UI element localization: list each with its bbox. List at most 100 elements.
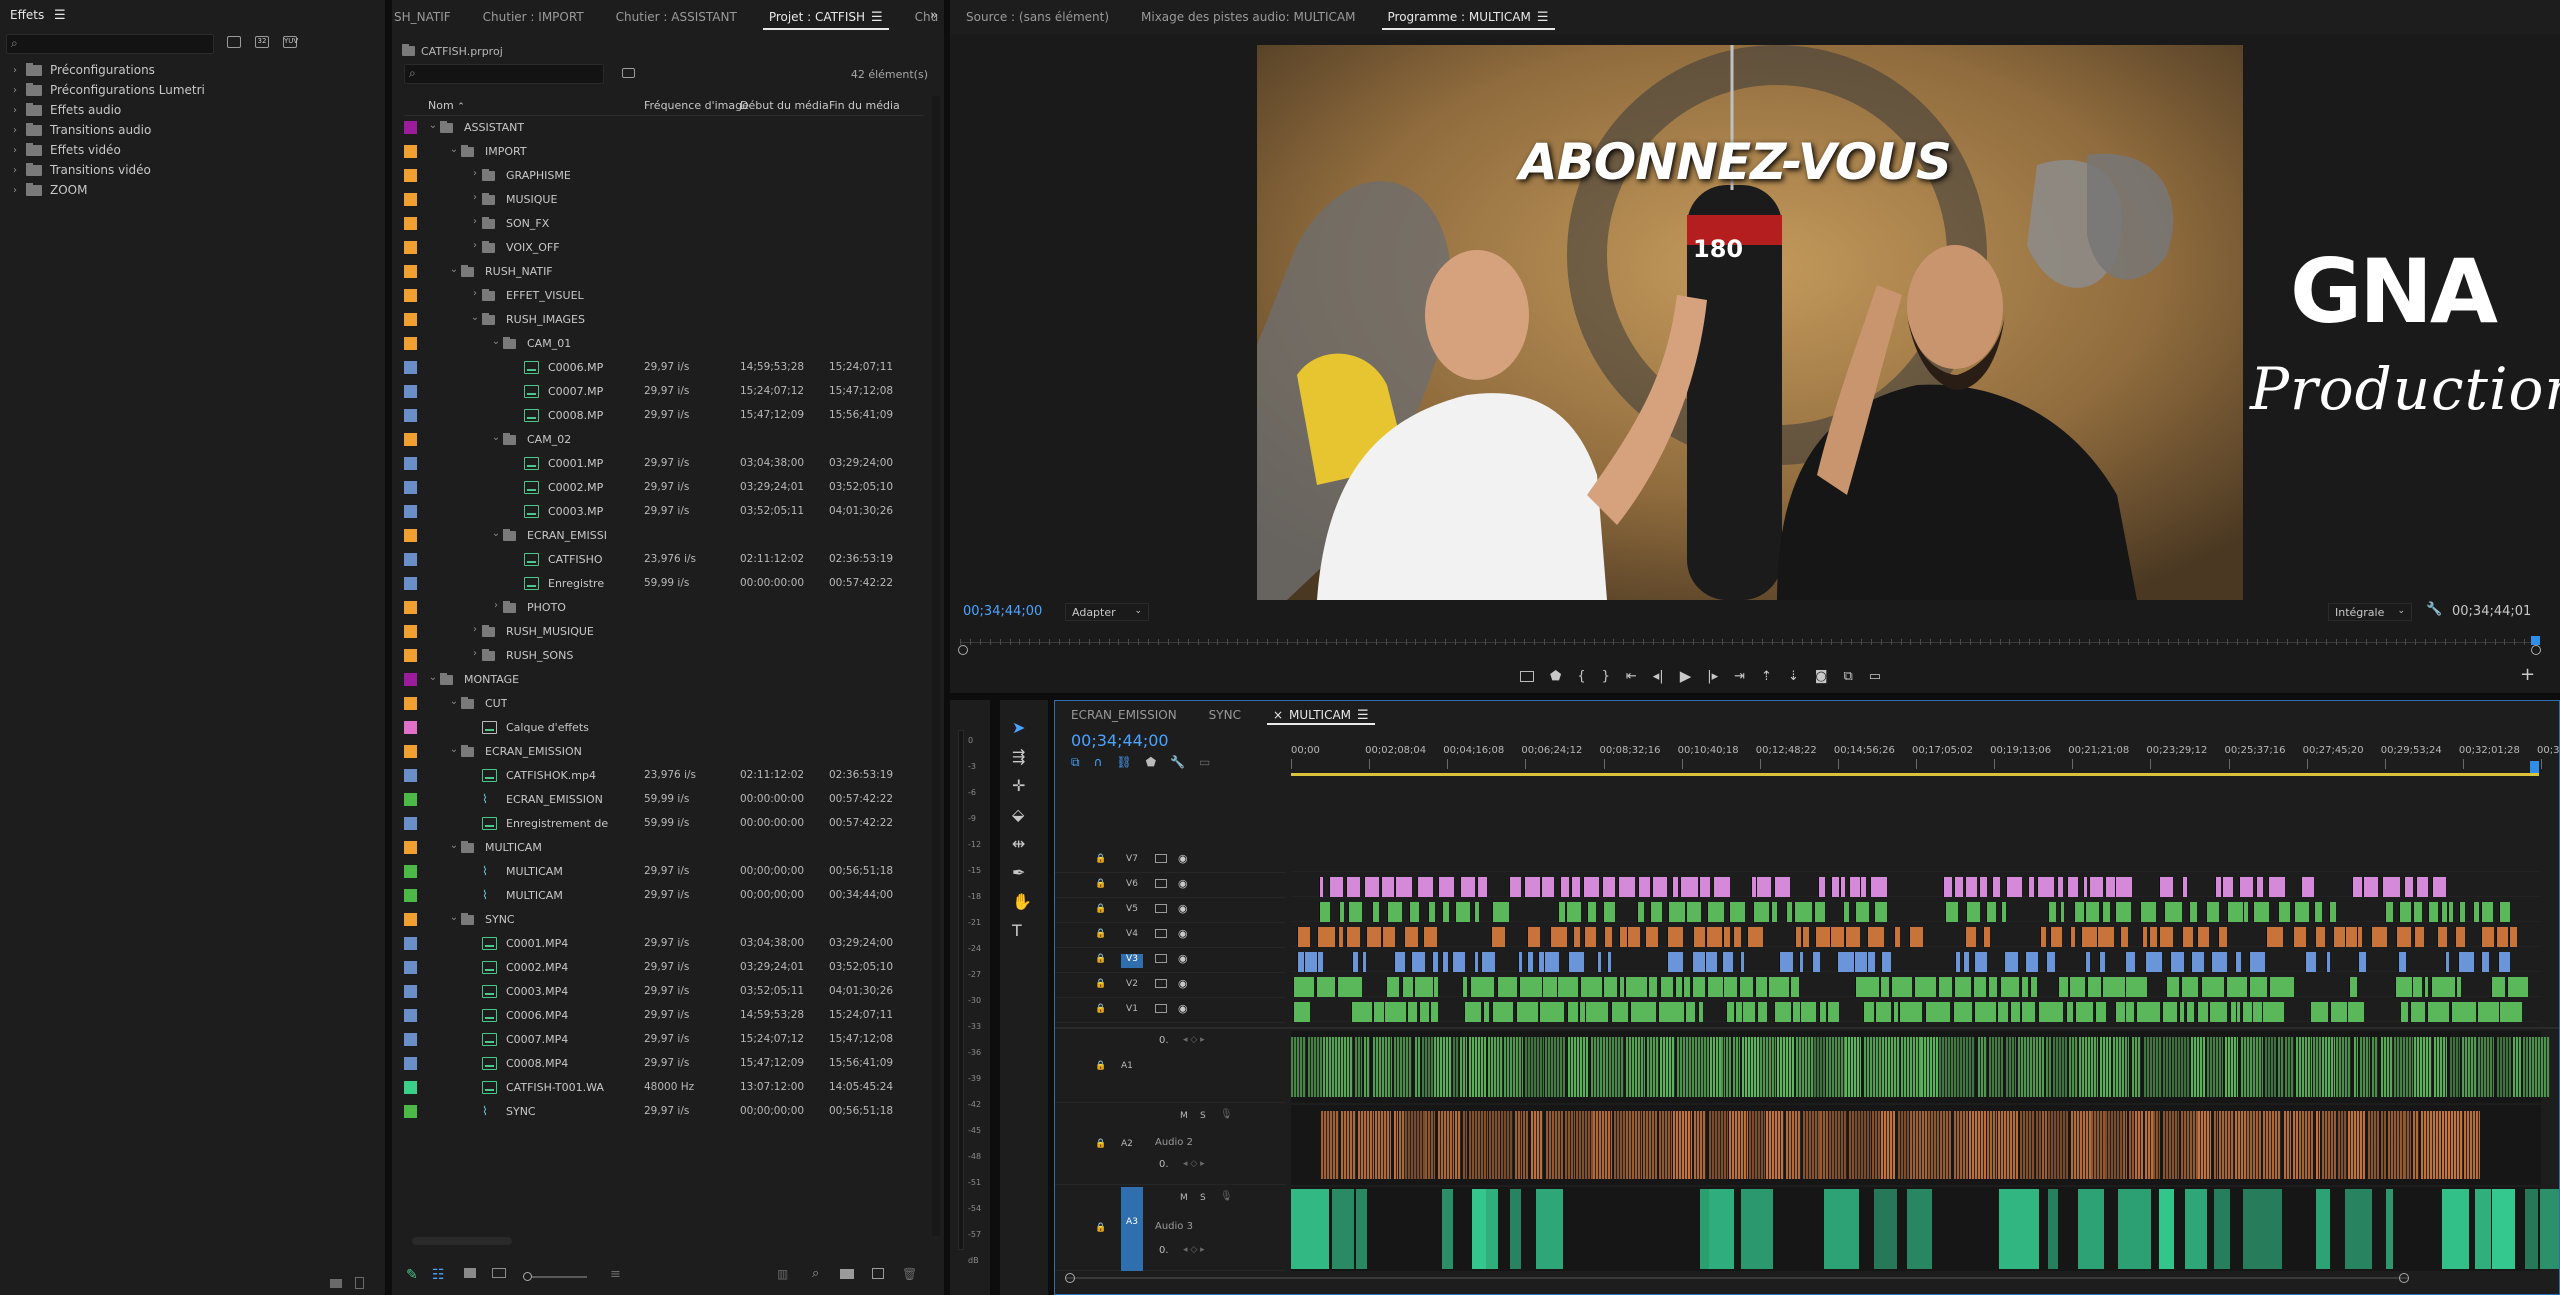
- clip[interactable]: [1849, 877, 1861, 897]
- program-video-frame[interactable]: ABONNEZ-VOUS 180: [1257, 45, 2243, 600]
- clip[interactable]: [1789, 977, 1800, 997]
- project-item-row[interactable]: C0008.MP 29,97 i/s 15;47;12;09 15;56;41;09: [404, 404, 924, 428]
- clip[interactable]: [2004, 952, 2019, 972]
- lock-icon[interactable]: 🔒: [1095, 1061, 1106, 1071]
- clip[interactable]: [2058, 977, 2069, 997]
- chevron-right-icon[interactable]: ›: [10, 105, 20, 116]
- clip[interactable]: [1893, 1002, 1899, 1022]
- clip[interactable]: [2332, 927, 2346, 947]
- keyframe-nav-icon[interactable]: ◂ ◇ ▸: [1183, 1245, 1205, 1255]
- project-item-row[interactable]: CATFISH-T001.WA 48000 Hz 13:07:12:00 14:05:…: [404, 1076, 924, 1100]
- clip[interactable]: [2124, 1002, 2134, 1022]
- clip[interactable]: [1801, 927, 1810, 947]
- clip[interactable]: [2477, 1002, 2499, 1022]
- audio-clip[interactable]: [1357, 1111, 1375, 1179]
- clip[interactable]: [2358, 952, 2366, 972]
- clip[interactable]: [1416, 877, 1434, 897]
- clip[interactable]: [1645, 927, 1659, 947]
- clip[interactable]: [1549, 927, 1567, 947]
- clip[interactable]: [2186, 1002, 2195, 1022]
- audio-clip[interactable]: [2524, 1189, 2538, 1269]
- clip[interactable]: [1469, 977, 1495, 997]
- pen-tool-icon[interactable]: ✒: [1012, 863, 1032, 882]
- clip[interactable]: [2414, 927, 2425, 947]
- clip[interactable]: [1683, 977, 1690, 997]
- clip[interactable]: [2070, 927, 2075, 947]
- add-marker-icon[interactable]: ⬟: [1146, 755, 1156, 770]
- clip[interactable]: [1603, 977, 1618, 997]
- project-item-row[interactable]: CATFISHOK.mp4 23,976 i/s 02:11:12:02 02:36:…: [404, 764, 924, 788]
- audio-clip[interactable]: [2371, 1037, 2378, 1097]
- program-scrubbar[interactable]: [960, 636, 2540, 650]
- clip[interactable]: [1652, 877, 1668, 897]
- clip[interactable]: [1371, 902, 1380, 922]
- clip[interactable]: [2292, 927, 2306, 947]
- panel-menu-icon[interactable]: ☰: [871, 10, 883, 25]
- clip[interactable]: [1317, 927, 1335, 947]
- audio-clip[interactable]: [1405, 1111, 1425, 1179]
- audio-clip[interactable]: [2042, 1111, 2047, 1179]
- audio-clip[interactable]: [1504, 1037, 1523, 1097]
- audio-clip[interactable]: [2213, 1189, 2230, 1269]
- clip[interactable]: [2253, 902, 2270, 922]
- clip[interactable]: [1798, 952, 1804, 972]
- clip[interactable]: [2404, 877, 2414, 897]
- clip[interactable]: [1839, 877, 1845, 897]
- audio-clip[interactable]: [1977, 1037, 1987, 1097]
- effects-folder-item[interactable]: › Transitions audio: [10, 120, 151, 140]
- audio-clip[interactable]: [2078, 1037, 2099, 1097]
- audio-clip[interactable]: [2434, 1037, 2447, 1097]
- clip[interactable]: [1924, 1002, 1950, 1022]
- clip[interactable]: [2050, 927, 2062, 947]
- clip[interactable]: [1515, 1002, 1538, 1022]
- clip[interactable]: [1401, 977, 1413, 997]
- audio-clip[interactable]: [1441, 1189, 1453, 1269]
- clip[interactable]: [2208, 1002, 2227, 1022]
- clip[interactable]: [1771, 902, 1777, 922]
- lock-icon[interactable]: 🔒: [1095, 1004, 1106, 1014]
- clip[interactable]: [2215, 877, 2221, 897]
- lock-icon[interactable]: 🔒: [1095, 904, 1106, 914]
- project-item-row[interactable]: C0002.MP 29,97 i/s 03;29;24;01 03;52;05;10: [404, 476, 924, 500]
- clip[interactable]: [1491, 927, 1505, 947]
- audio-clip[interactable]: [2091, 1111, 2105, 1179]
- chevron-down-icon[interactable]: ⌄: [449, 840, 459, 851]
- audio-clip[interactable]: [1829, 1111, 1848, 1179]
- tab-programme[interactable]: Programme : MULTICAM ☰: [1372, 0, 1565, 34]
- audio-clip[interactable]: [1660, 1037, 1676, 1097]
- clip[interactable]: [1705, 952, 1717, 972]
- clip[interactable]: [2266, 927, 2284, 947]
- track-id-label[interactable]: V1: [1121, 1004, 1143, 1018]
- clip[interactable]: [2455, 927, 2466, 947]
- audio-clip[interactable]: [2252, 1037, 2264, 1097]
- clip[interactable]: [1667, 952, 1683, 972]
- sync-lock-icon[interactable]: [1155, 1004, 1167, 1013]
- clip[interactable]: [2069, 977, 2085, 997]
- clip[interactable]: [1811, 952, 1821, 972]
- clip[interactable]: [1572, 927, 1580, 947]
- clip[interactable]: [1414, 977, 1433, 997]
- audio-clip[interactable]: [1414, 1037, 1420, 1097]
- clip[interactable]: [1893, 927, 1900, 947]
- clip[interactable]: [1526, 927, 1540, 947]
- audio-clip[interactable]: [2005, 1037, 2017, 1097]
- mark-out-icon[interactable]: }: [1602, 669, 1610, 684]
- audio-clip[interactable]: [1726, 1037, 1732, 1097]
- audio-clip[interactable]: [1848, 1111, 1855, 1179]
- clip[interactable]: [1800, 1002, 1816, 1022]
- clip[interactable]: [2251, 1002, 2263, 1022]
- chevron-down-icon[interactable]: ⌄: [449, 912, 459, 923]
- column-fps[interactable]: Fréquence d'image: [644, 99, 749, 112]
- clip[interactable]: [2427, 1002, 2450, 1022]
- clip[interactable]: [2294, 902, 2309, 922]
- icon-view-icon[interactable]: [464, 1268, 476, 1278]
- linked-selection-icon[interactable]: ⛓: [1116, 755, 1131, 770]
- clip[interactable]: [1691, 977, 1705, 997]
- audio-clip[interactable]: [1999, 1189, 2039, 1269]
- chevron-right-icon[interactable]: ›: [470, 648, 480, 659]
- clip[interactable]: [2125, 952, 2136, 972]
- clip[interactable]: [1756, 877, 1771, 897]
- clip[interactable]: [1337, 977, 1362, 997]
- clip[interactable]: [1952, 1002, 1972, 1022]
- audio-clip[interactable]: [2162, 1111, 2180, 1179]
